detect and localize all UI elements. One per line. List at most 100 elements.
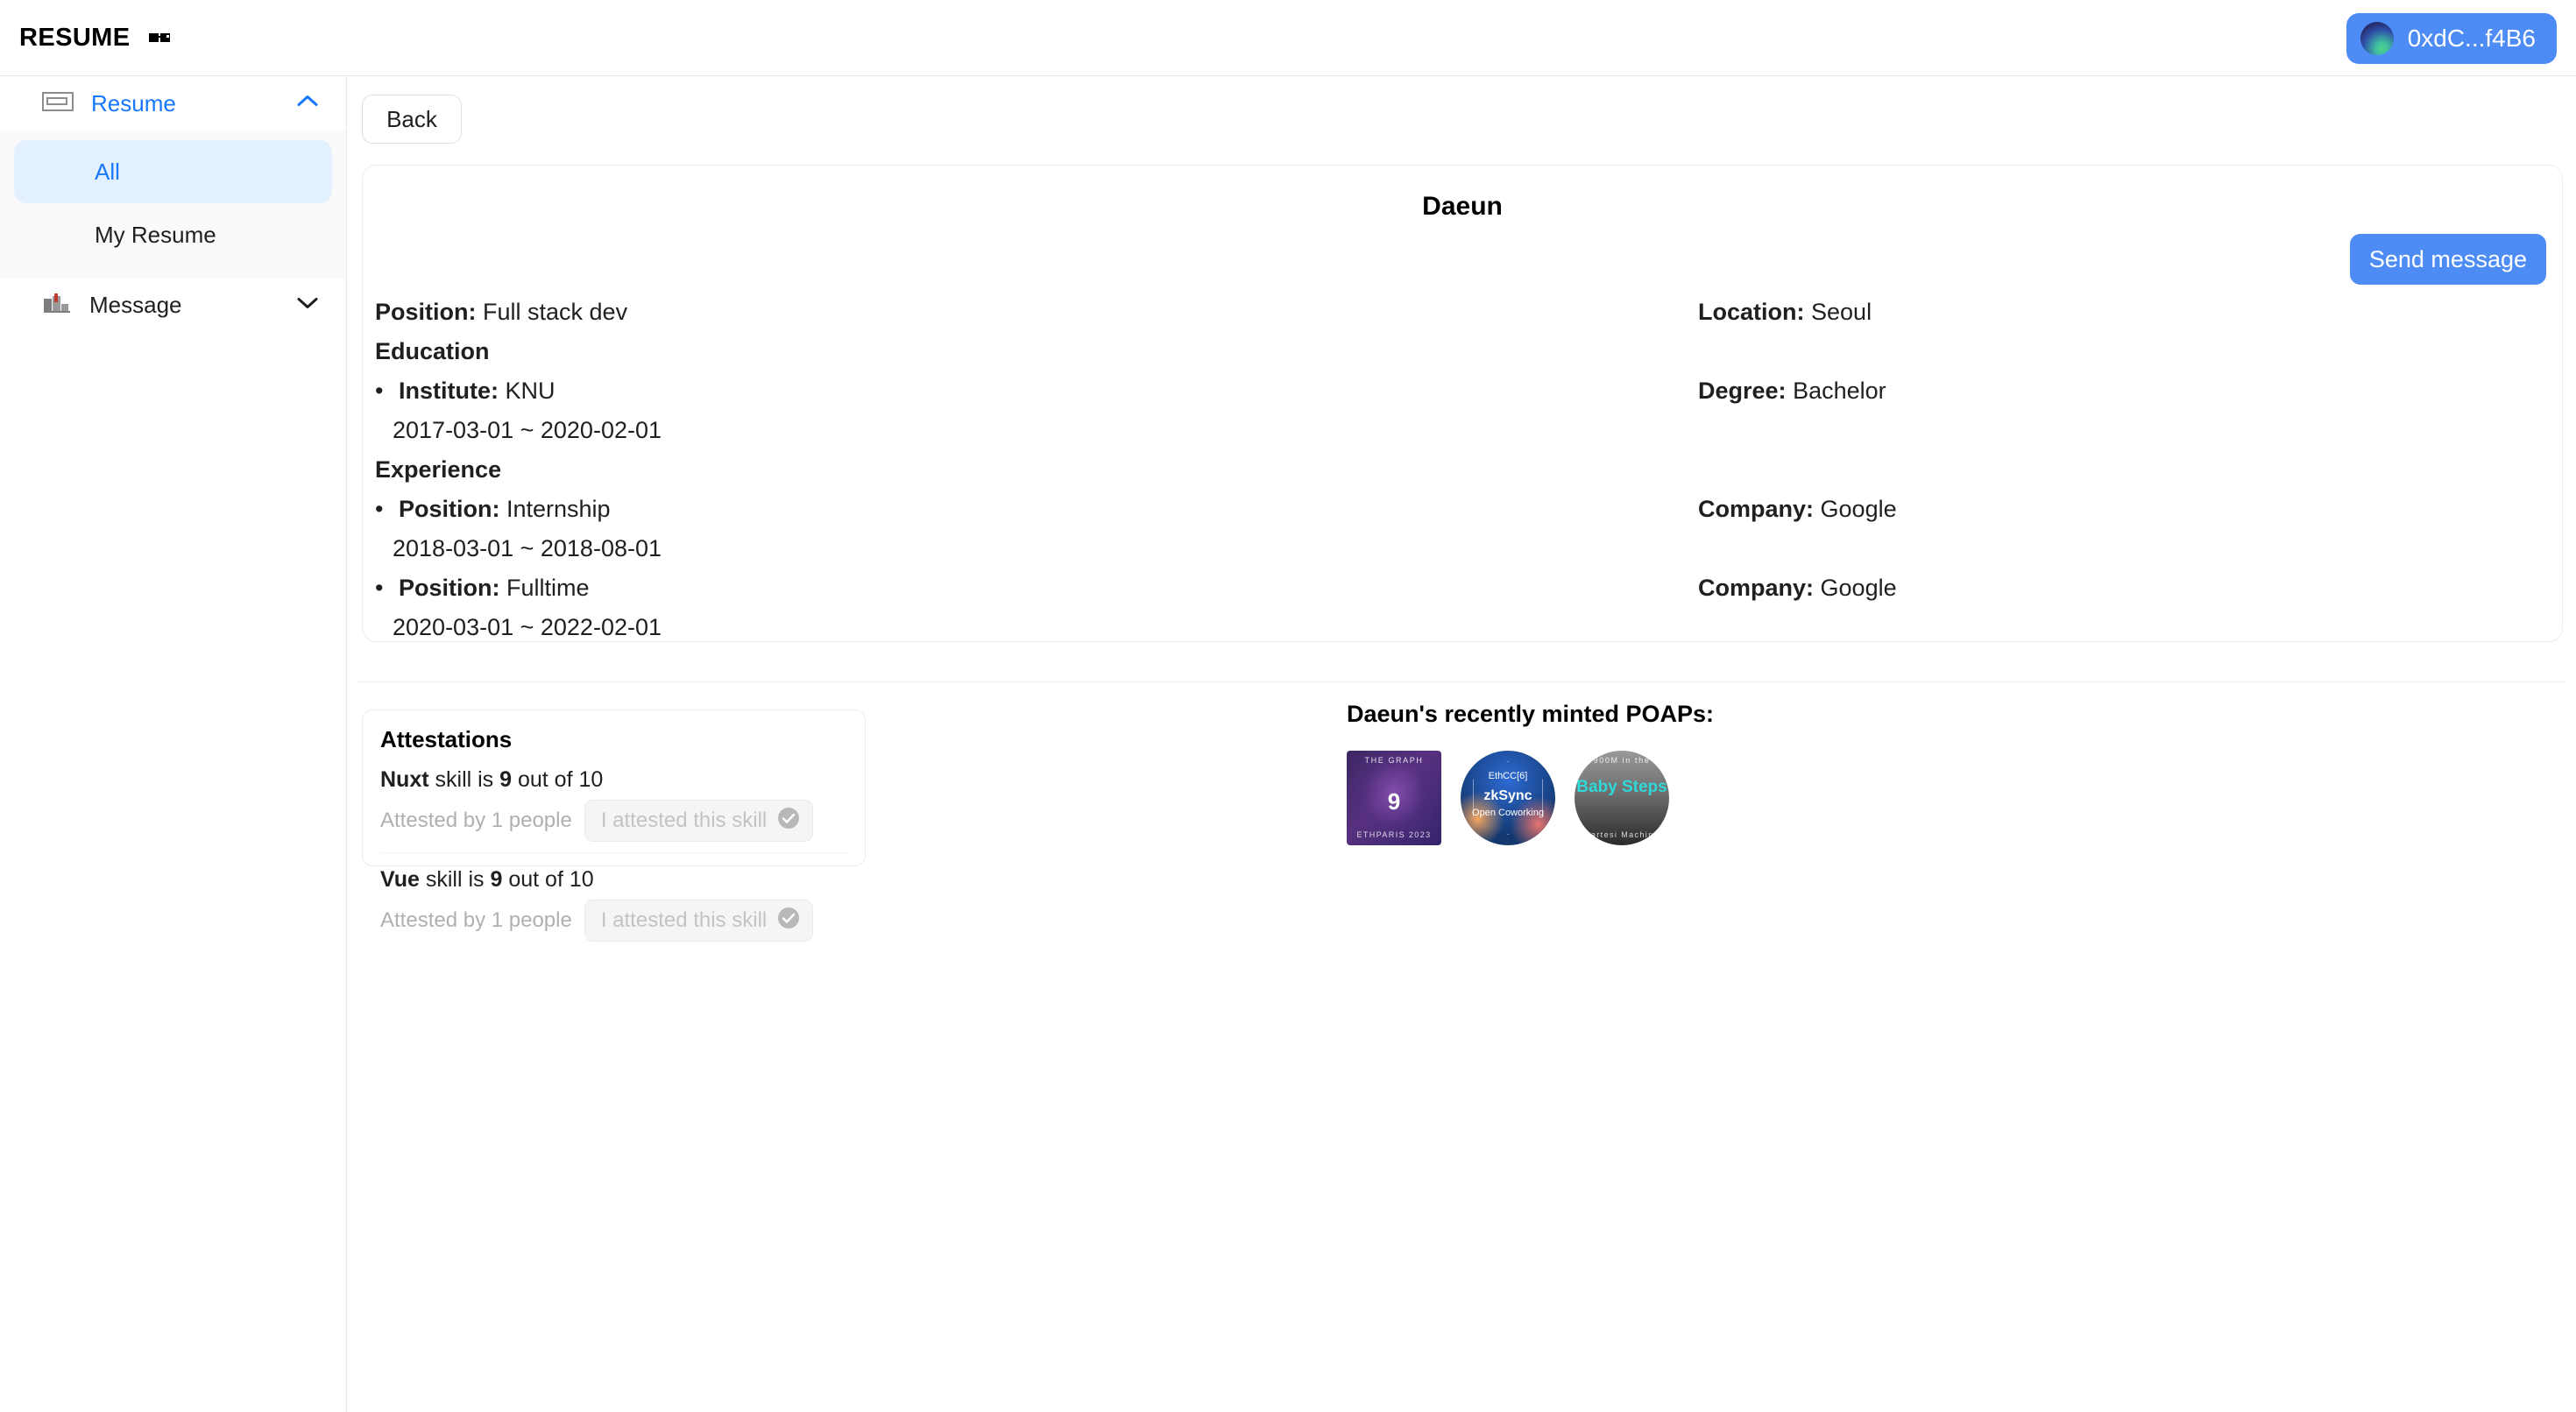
- brand-title: RESUME: [19, 24, 130, 53]
- mailbox-icon: [42, 292, 72, 319]
- poap-mid-text: zkSync: [1461, 789, 1555, 804]
- back-button[interactable]: Back: [362, 95, 462, 144]
- location-line: Location: Seoul: [1698, 293, 2548, 332]
- sidebar-group-label-resume: Resume: [91, 90, 176, 117]
- sidebar-item-label-my-resume: My Resume: [95, 222, 216, 249]
- resume-detail-grid: Position: Full stack dev Location: Seoul…: [375, 293, 2548, 647]
- company-label: Company:: [1698, 575, 1814, 601]
- sidebar-item-all[interactable]: All: [14, 140, 332, 203]
- experience-position-value: Fulltime: [506, 575, 590, 601]
- attestation-sub: Attested by 1 people I attested this ski…: [380, 900, 847, 942]
- degree-line: Degree: Bachelor: [1698, 371, 2548, 411]
- wallet-address: 0xdC...f4B6: [2408, 25, 2536, 53]
- chevron-up-icon[interactable]: [295, 94, 320, 114]
- attestation-text-mid: skill is: [420, 867, 491, 892]
- institute-value: KNU: [505, 378, 555, 404]
- poaps-title: Daeun's recently minted POAPs:: [1347, 701, 1714, 728]
- sidebar-group-message[interactable]: Message: [0, 279, 346, 331]
- attestation-skill: Vue: [380, 867, 420, 892]
- poap-bottom-text: Cartesi Machine: [1575, 831, 1669, 839]
- chevron-down-icon[interactable]: [295, 295, 320, 315]
- poap-badge-zksync[interactable]: EthCC[6] zkSync Open Coworking: [1461, 751, 1555, 845]
- poap-mid-text: Baby Steps: [1575, 779, 1669, 796]
- institute-label: Institute:: [399, 378, 499, 404]
- attested-this-skill-button[interactable]: I attested this skill: [584, 900, 813, 942]
- attestation-text-end: out of 10: [512, 767, 603, 792]
- sidebar: Resume All My Resume Message: [0, 77, 347, 1412]
- experience-period: 2018-03-01 ~ 2018-08-01: [375, 529, 1470, 568]
- poap-bottom-text: Open Coworking: [1461, 808, 1555, 819]
- attestation-score: 9: [490, 867, 502, 892]
- location-value: Seoul: [1811, 299, 1872, 325]
- poap-badge-thegraph[interactable]: THE GRAPH 9 ETHPARIS 2023: [1347, 751, 1441, 845]
- attestations-title: Attestations: [380, 726, 847, 753]
- poaps-list: THE GRAPH 9 ETHPARIS 2023 EthCC[6] zkSyn…: [1347, 751, 1714, 845]
- education-item: Institute: KNU 2017-03-01 ~ 2020-02-01 D…: [375, 371, 2548, 450]
- sidebar-group-resume[interactable]: Resume: [0, 77, 346, 130]
- attestation-sub: Attested by 1 people I attested this ski…: [380, 800, 847, 842]
- check-circle-icon: [777, 807, 800, 836]
- experience-position-label: Position:: [399, 575, 500, 601]
- company-value: Google: [1821, 496, 1897, 522]
- poap-mid-text: 9: [1347, 790, 1441, 814]
- sidebar-group-label-message: Message: [89, 292, 182, 319]
- degree-label: Degree:: [1698, 378, 1787, 404]
- resume-name: Daeun: [363, 192, 2562, 222]
- education-period: 2017-03-01 ~ 2020-02-01: [375, 411, 1470, 450]
- attested-this-skill-button[interactable]: I attested this skill: [584, 800, 813, 842]
- attested-button-label: I attested this skill: [601, 908, 767, 933]
- sidebar-item-label-all: All: [95, 159, 120, 186]
- send-message-button[interactable]: Send message: [2350, 234, 2546, 285]
- experience-period: 2020-03-01 ~ 2022-02-01: [375, 608, 1470, 647]
- check-circle-icon: [777, 907, 800, 935]
- education-heading: Education: [375, 332, 1470, 371]
- sidebar-item-my-resume[interactable]: My Resume: [14, 203, 332, 266]
- detail-row-experience-heading: Experience: [375, 450, 2548, 490]
- attestation-skill: Nuxt: [380, 767, 429, 792]
- company-line: Company: Google: [1698, 568, 2548, 608]
- poap-top-text: 900M in the: [1575, 757, 1669, 765]
- attestation-headline: Vue skill is 9 out of 10: [380, 867, 847, 893]
- experience-position-line: Position: Fulltime: [375, 568, 1470, 608]
- sidebar-submenu-resume: All My Resume: [0, 130, 346, 279]
- attested-button-label: I attested this skill: [601, 808, 767, 833]
- wallet-button[interactable]: 0xdC...f4B6: [2346, 13, 2557, 64]
- attestation-headline: Nuxt skill is 9 out of 10: [380, 767, 847, 793]
- degree-value: Bachelor: [1793, 378, 1886, 404]
- education-heading-text: Education: [375, 338, 490, 364]
- experience-item: Position: Fulltime 2020-03-01 ~ 2022-02-…: [375, 568, 2548, 647]
- brand: RESUME: [19, 24, 173, 53]
- attestation-row: Vue skill is 9 out of 10 Attested by 1 p…: [380, 852, 847, 942]
- poap-bottom-text: ETHPARIS 2023: [1347, 831, 1441, 839]
- experience-heading-text: Experience: [375, 456, 501, 483]
- attestation-text-mid: skill is: [429, 767, 500, 792]
- wallet-avatar-icon: [2360, 22, 2394, 55]
- attestations-card: Attestations Nuxt skill is 9 out of 10 A…: [362, 710, 866, 866]
- company-label: Company:: [1698, 496, 1814, 522]
- glasses-icon: [144, 30, 173, 46]
- poap-top-text: EthCC[6]: [1461, 772, 1555, 782]
- id-card-icon: [42, 91, 74, 116]
- experience-position-label: Position:: [399, 496, 500, 522]
- experience-position-line: Position: Internship: [375, 490, 1470, 529]
- company-value: Google: [1821, 575, 1897, 601]
- app-header: RESUME 0xdC...f4B6: [0, 0, 2576, 76]
- experience-position-value: Internship: [506, 496, 611, 522]
- detail-row-position: Position: Full stack dev Location: Seoul: [375, 293, 2548, 332]
- experience-heading: Experience: [375, 450, 1470, 490]
- position-line: Position: Full stack dev: [375, 293, 1470, 332]
- position-value: Full stack dev: [483, 299, 627, 325]
- detail-row-education-heading: Education: [375, 332, 2548, 371]
- main-content: Back Daeun Send message Position: Full s…: [348, 77, 2576, 1412]
- experience-item: Position: Internship 2018-03-01 ~ 2018-0…: [375, 490, 2548, 568]
- attestation-row: Nuxt skill is 9 out of 10 Attested by 1 …: [380, 753, 847, 842]
- company-line: Company: Google: [1698, 490, 2548, 529]
- poap-badge-babysteps[interactable]: 900M in the Baby Steps Cartesi Machine: [1575, 751, 1669, 845]
- resume-detail-card: Daeun Send message Position: Full stack …: [362, 165, 2563, 642]
- attested-by-count: Attested by 1 people: [380, 908, 572, 933]
- location-label: Location:: [1698, 299, 1805, 325]
- section-divider: [358, 681, 2565, 682]
- poap-top-text: THE GRAPH: [1347, 757, 1441, 765]
- position-label: Position:: [375, 299, 477, 325]
- attestation-text-end: out of 10: [502, 867, 593, 892]
